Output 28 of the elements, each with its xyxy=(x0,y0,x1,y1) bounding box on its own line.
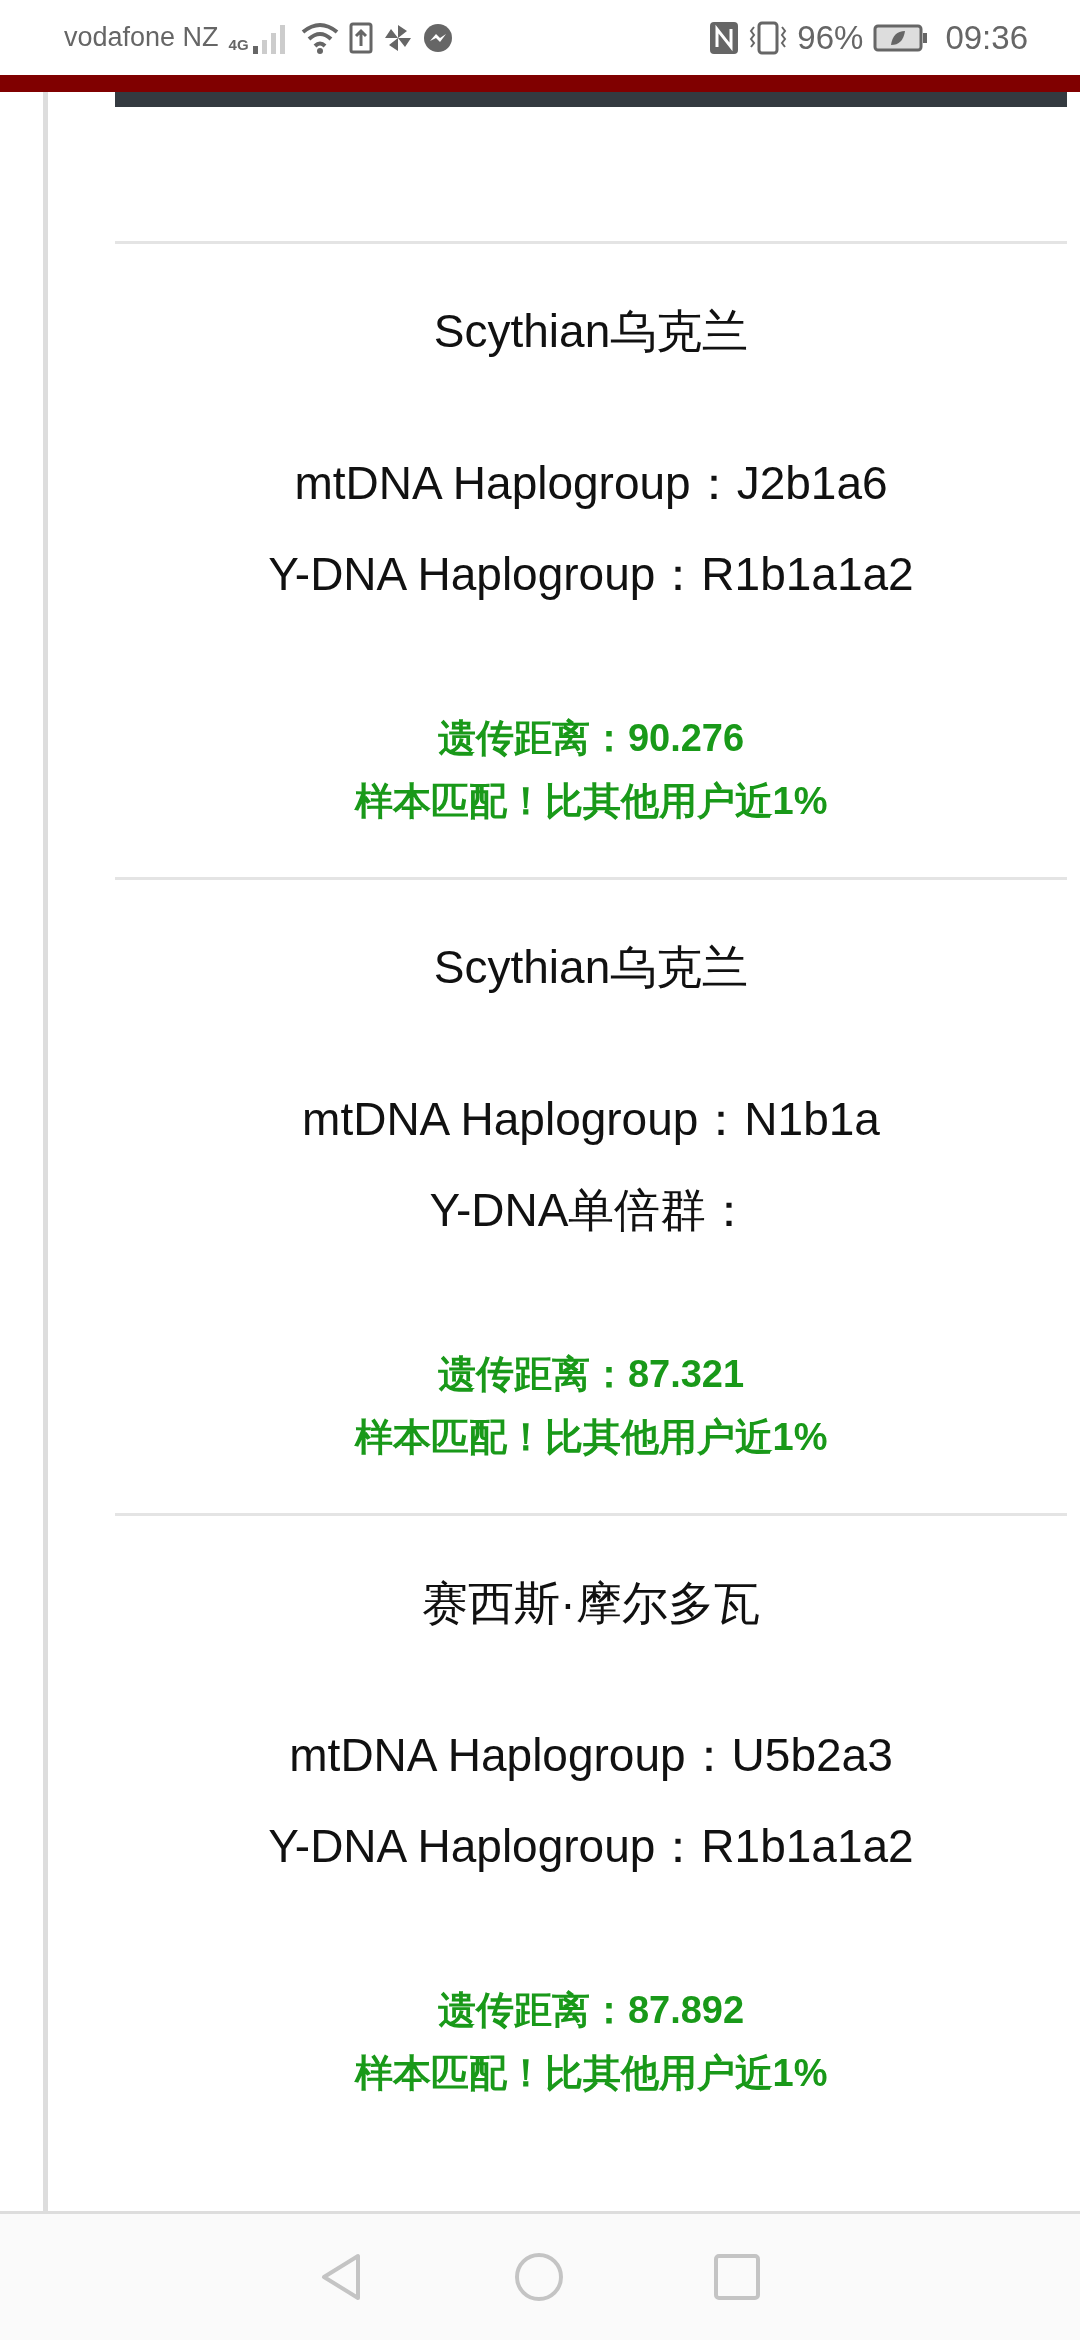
mtdna-haplogroup: mtDNA Haplogroup：J2b1a6 xyxy=(294,457,888,509)
messenger-icon xyxy=(422,22,453,53)
home-icon[interactable] xyxy=(514,2252,564,2302)
wifi-icon xyxy=(300,21,339,54)
upload-icon xyxy=(348,21,373,54)
match-note: 样本匹配！比其他用户近1% xyxy=(354,2052,828,2094)
battery-percent: 96% xyxy=(797,18,864,57)
ydna-haplogroup: Y-DNA单倍群： xyxy=(429,1184,753,1236)
ydna-haplogroup: Y-DNA Haplogroup：R1b1a1a2 xyxy=(268,548,914,600)
recents-icon[interactable] xyxy=(714,2254,760,2300)
population-name: Scythian乌克兰 xyxy=(433,305,749,357)
population-name: Scythian乌克兰 xyxy=(433,941,749,993)
battery-icon xyxy=(873,22,930,53)
mtdna-haplogroup: mtDNA Haplogroup：N1b1a xyxy=(302,1093,880,1145)
pinwheel-icon xyxy=(382,22,413,53)
mtdna-haplogroup: mtDNA Haplogroup：U5b2a3 xyxy=(289,1729,893,1781)
ydna-haplogroup: Y-DNA Haplogroup：R1b1a1a2 xyxy=(268,1820,914,1872)
genetic-distance: 遗传距离：90.276 xyxy=(437,717,745,759)
carrier-name: vodafone NZ xyxy=(64,22,219,53)
match-note: 样本匹配！比其他用户近1% xyxy=(354,780,828,822)
vibrate-icon xyxy=(749,20,788,55)
genetic-distance: 遗传距离：87.892 xyxy=(437,1989,745,2031)
population-name: 赛西斯·摩尔多瓦 xyxy=(422,1577,760,1629)
clock-time: 09:36 xyxy=(945,18,1028,57)
match-note: 样本匹配！比其他用户近1% xyxy=(354,1416,828,1458)
nfc-icon xyxy=(709,20,740,55)
genetic-distance: 遗传距离：87.321 xyxy=(437,1353,745,1395)
network-type: 4G xyxy=(228,35,249,53)
